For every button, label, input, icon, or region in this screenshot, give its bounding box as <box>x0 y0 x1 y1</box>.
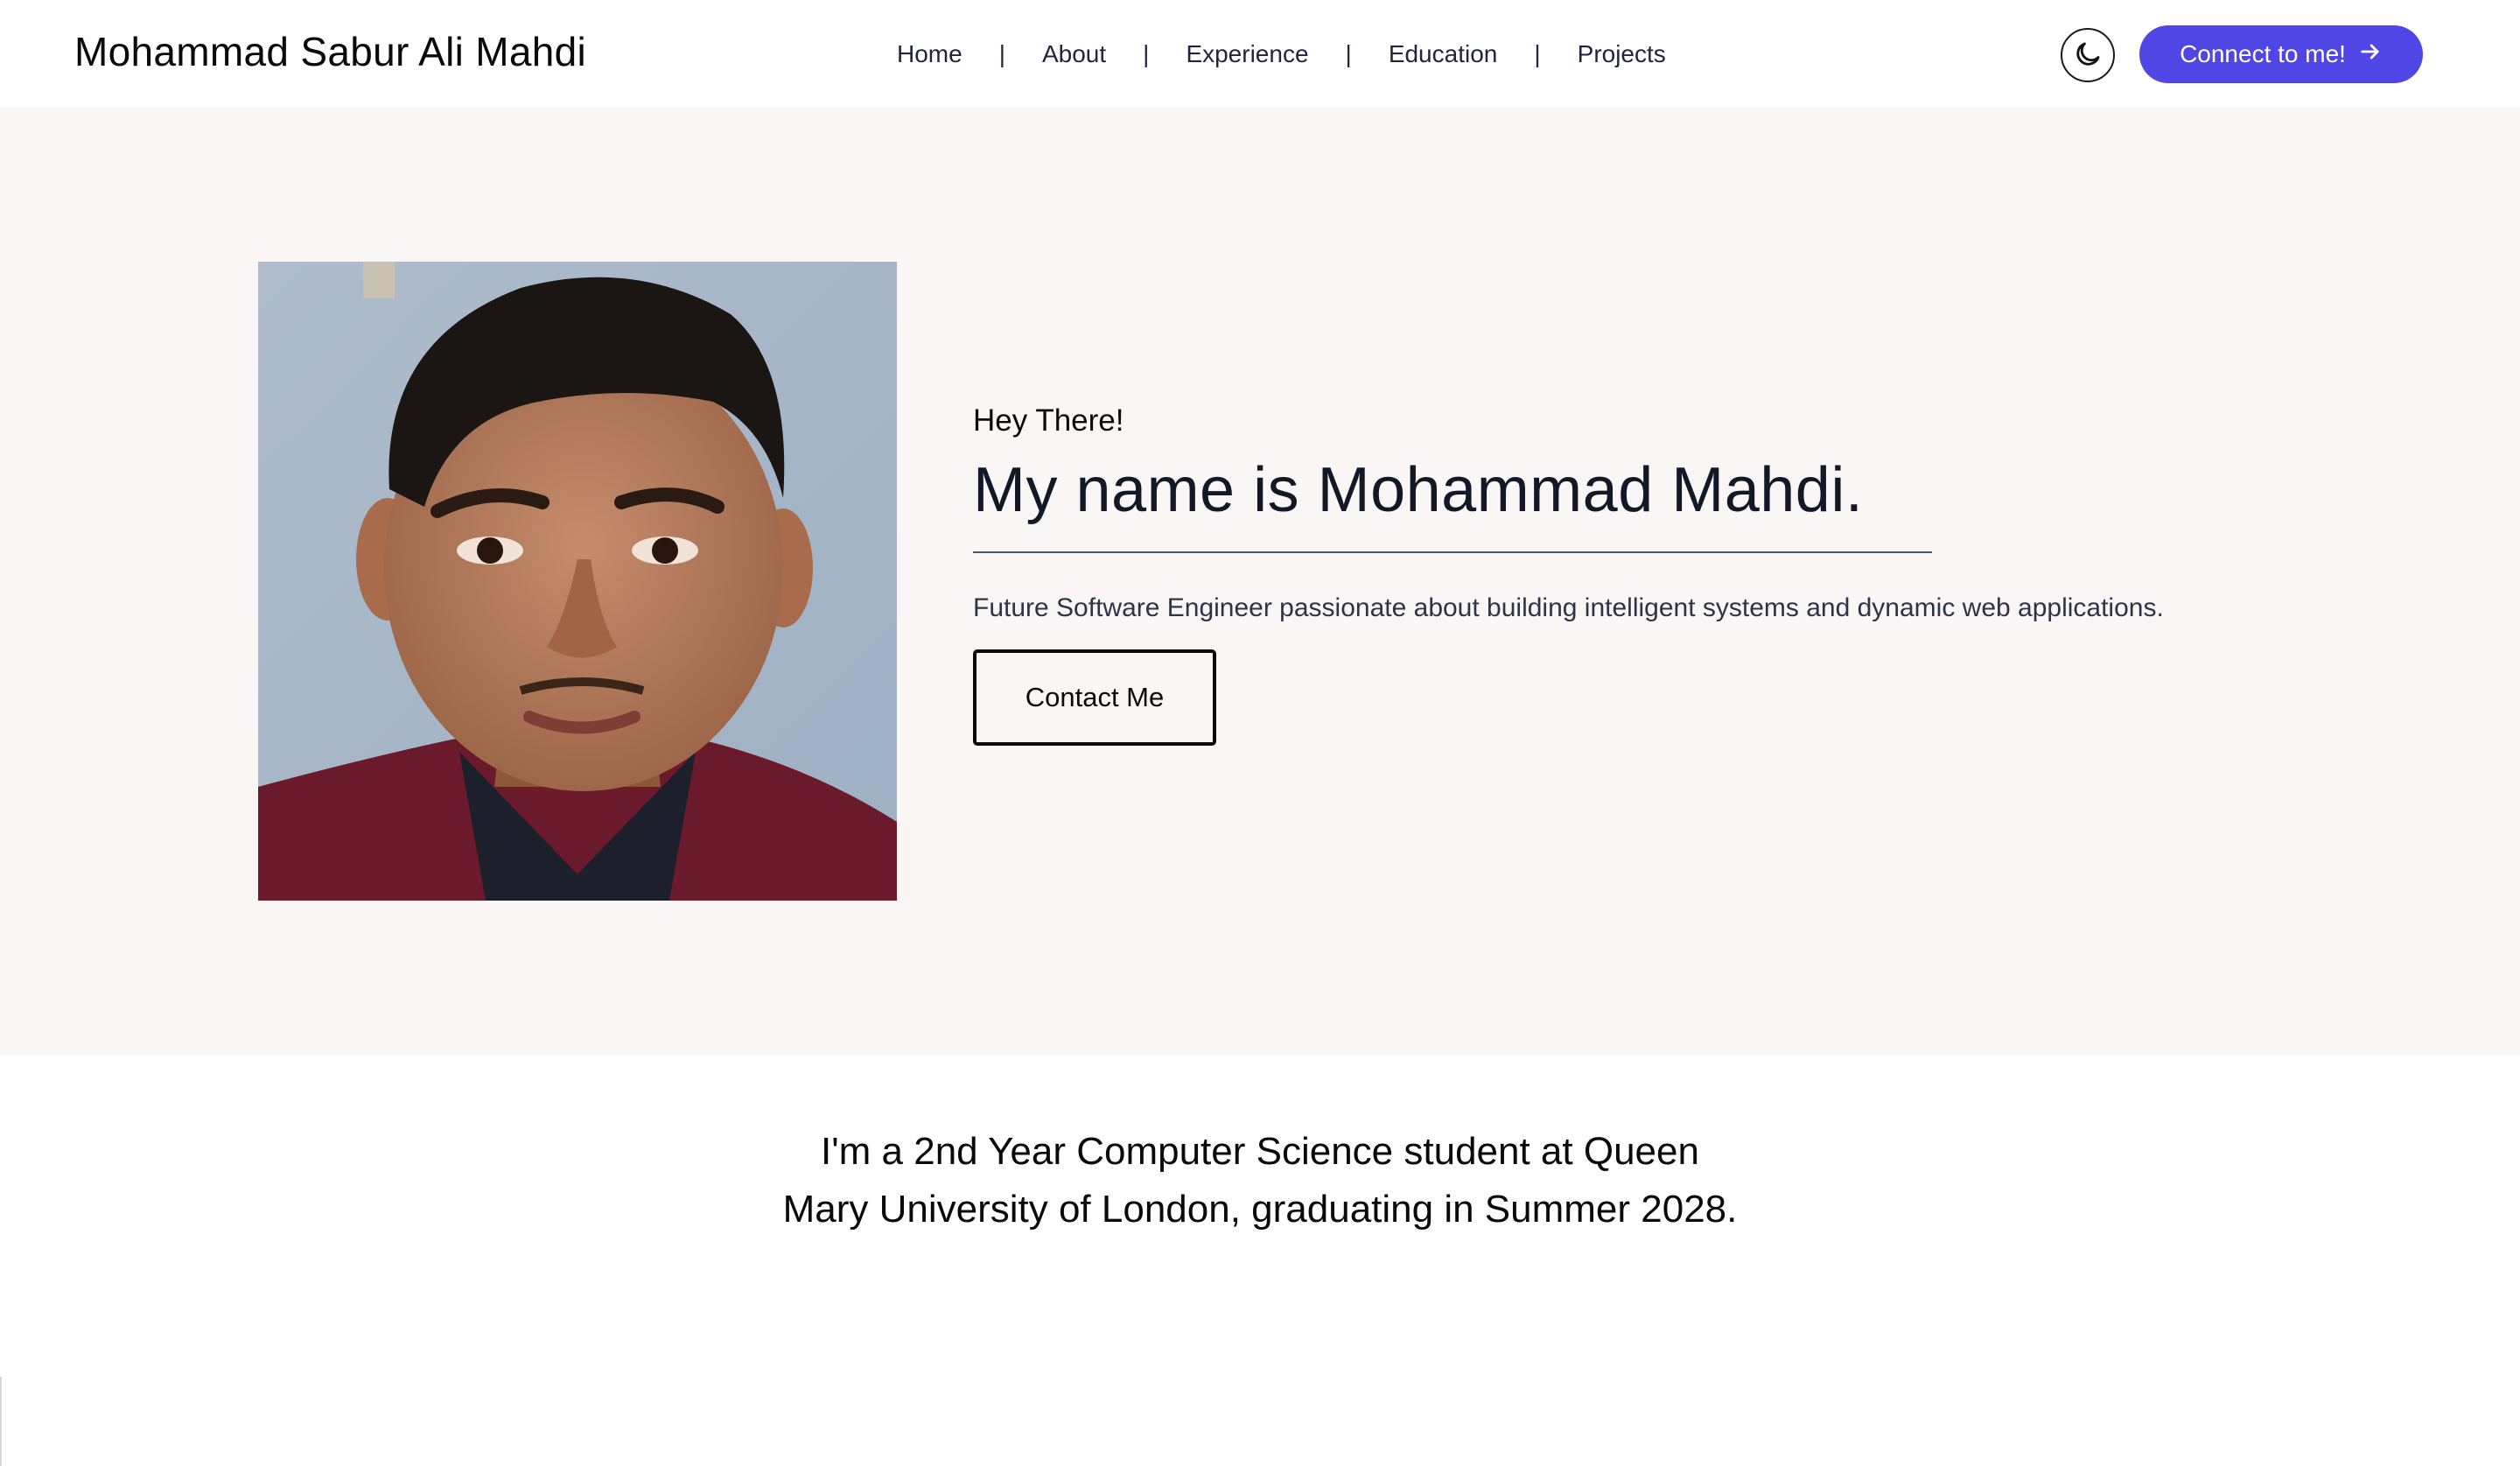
arrow-right-icon <box>2358 39 2383 70</box>
hero-section: Hey There! My name is Mohammad Mahdi. Fu… <box>0 108 2520 1055</box>
hero-tagline: Future Software Engineer passionate abou… <box>973 593 2164 622</box>
nav-link-experience[interactable]: Experience <box>1186 40 1308 68</box>
hero-intro: Hey There! My name is Mohammad Mahdi. Fu… <box>973 403 2286 746</box>
nav-link-home[interactable]: Home <box>897 40 962 68</box>
connect-button-label: Connect to me! <box>2180 40 2346 67</box>
primary-nav: Home | About | Experience | Education | … <box>897 37 1666 72</box>
contact-me-button[interactable]: Contact Me <box>973 649 1216 746</box>
site-brand[interactable]: Mohammad Sabur Ali Mahdi <box>74 28 586 75</box>
about-section: I'm a 2nd Year Computer Science student … <box>0 1055 2520 1466</box>
nav-link-projects[interactable]: Projects <box>1578 40 1666 68</box>
hero-headline: My name is Mohammad Mahdi. <box>973 455 1864 525</box>
nav-link-about[interactable]: About <box>1042 40 1106 68</box>
profile-photo <box>258 262 897 901</box>
top-navbar: Mohammad Sabur Ali Mahdi Home | About | … <box>0 0 2520 108</box>
page-edge-divider <box>0 1377 2 1466</box>
hero-divider <box>973 551 1932 553</box>
nav-separator: | <box>1534 40 1541 67</box>
connect-button[interactable]: Connect to me! <box>2139 25 2423 83</box>
theme-toggle-button[interactable] <box>2061 28 2115 82</box>
moon-icon <box>2073 39 2103 72</box>
about-summary: I'm a 2nd Year Computer Science student … <box>782 1130 1738 1231</box>
nav-link-education[interactable]: Education <box>1389 40 1498 68</box>
nav-separator: | <box>1143 40 1150 67</box>
nav-separator: | <box>1345 40 1352 67</box>
nav-separator: | <box>998 40 1005 67</box>
hero-greeting: Hey There! <box>973 403 1124 438</box>
